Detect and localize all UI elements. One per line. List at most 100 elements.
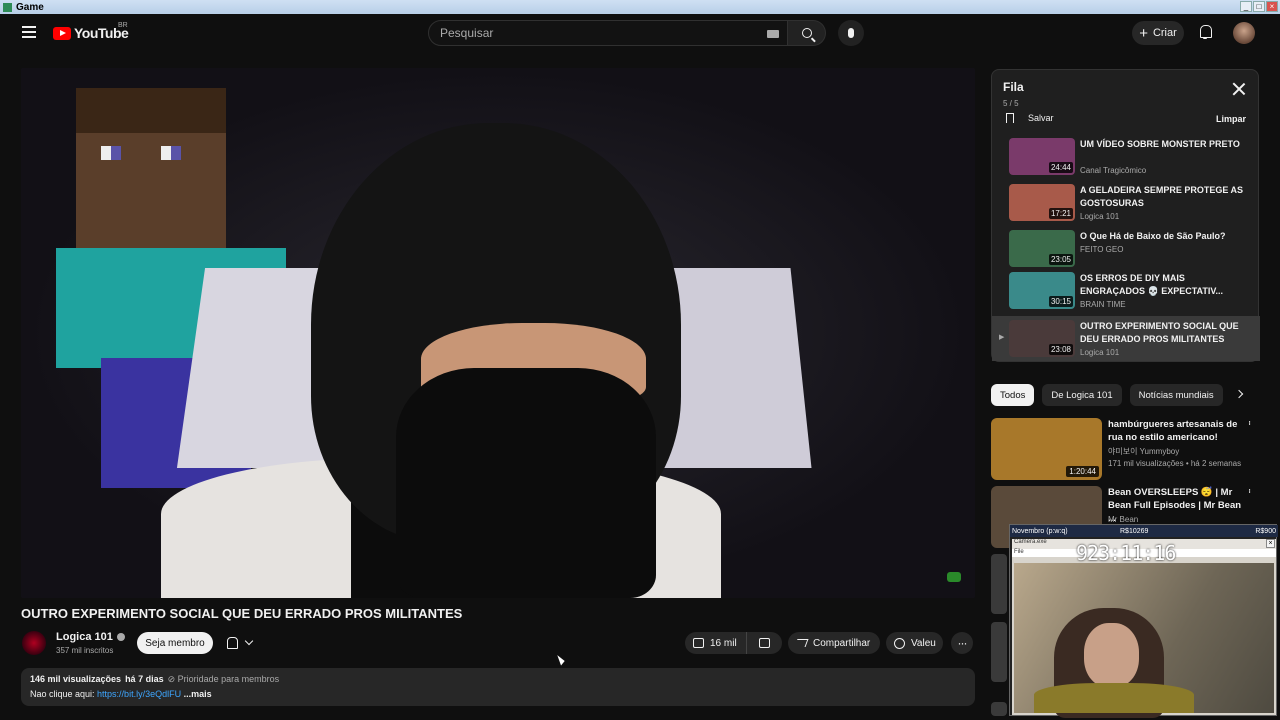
- like-dislike-group: 16 mil: [685, 632, 782, 654]
- thanks-button[interactable]: Valeu: [886, 632, 943, 654]
- more-actions-button[interactable]: ···: [951, 632, 973, 654]
- chevron-down-icon: [244, 636, 254, 646]
- save-queue-button[interactable]: Salvar: [1006, 113, 1054, 123]
- recommended-thumbnail-partial[interactable]: [991, 554, 1007, 614]
- overlay-header-mid: R$10269: [1120, 527, 1149, 535]
- camera-window: Camera.exe × File 923:11:16: [1012, 539, 1276, 718]
- queue-duration: 30:15: [1048, 296, 1073, 307]
- queue-video-title: OS ERROS DE DIY MAIS ENGRAÇADOS 💀 EXPECT…: [1080, 273, 1224, 296]
- user-avatar[interactable]: [1233, 22, 1255, 44]
- more-vert-icon[interactable]: ···: [1244, 420, 1255, 424]
- queue-video-title: O Que Há de Baixo de São Paulo?: [1080, 231, 1226, 241]
- microphone-icon: [848, 28, 854, 38]
- dislike-button[interactable]: [747, 638, 782, 648]
- notifications-bell-icon[interactable]: [1198, 24, 1212, 40]
- more-vert-icon[interactable]: ···: [1244, 488, 1255, 492]
- webcam-feed: [1014, 563, 1274, 718]
- queue-channel: Canal Tragicômico: [1080, 166, 1147, 175]
- thumbs-down-icon: [759, 638, 770, 648]
- youtube-play-icon: [53, 26, 71, 40]
- close-window-button[interactable]: ×: [1266, 1, 1278, 12]
- queue-channel: Logica 101: [1080, 348, 1120, 357]
- mouse-cursor-icon: [557, 653, 566, 666]
- create-label: Criar: [1152, 27, 1177, 39]
- minimize-button[interactable]: _: [1240, 1, 1252, 12]
- thanks-icon: [894, 637, 905, 649]
- chip-from-channel[interactable]: De Logica 101: [1042, 384, 1122, 406]
- queue-thumbnail: 23:08: [1009, 320, 1075, 357]
- upload-date: há 7 dias: [125, 674, 164, 684]
- chip-all[interactable]: Todos: [991, 384, 1035, 406]
- overlay-header-left: Novembro (p:w:q): [1012, 527, 1068, 535]
- verified-check-icon: [116, 633, 125, 641]
- create-button[interactable]: + Criar: [1132, 21, 1184, 45]
- show-more-link[interactable]: ...mais: [181, 689, 212, 699]
- search-input[interactable]: Pesquisar: [428, 20, 788, 46]
- now-playing-icon: ▶: [999, 334, 1005, 341]
- queue-channel: FEITO GEO: [1080, 245, 1124, 254]
- queue-title: Fila: [1003, 80, 1024, 94]
- keyboard-icon[interactable]: [767, 30, 779, 38]
- plus-icon: +: [1139, 24, 1148, 42]
- priority-text: Prioridade para membros: [177, 674, 280, 684]
- queue-video-title: UM VÍDEO SOBRE MONSTER PRETO: [1080, 139, 1240, 149]
- description-box[interactable]: 146 mil visualizações há 7 dias ⊘ Priori…: [21, 668, 975, 706]
- queue-item[interactable]: 24:44 UM VÍDEO SOBRE MONSTER PRETO Canal…: [992, 136, 1260, 182]
- channel-watermark-icon[interactable]: [947, 572, 961, 582]
- app-icon: [3, 2, 12, 12]
- queue-duration: 23:05: [1048, 254, 1073, 265]
- clear-queue-button[interactable]: Limpar: [1216, 114, 1246, 124]
- close-icon[interactable]: [1232, 82, 1246, 96]
- voice-search-button[interactable]: [838, 20, 864, 46]
- channel-avatar[interactable]: [22, 631, 46, 655]
- recommended-thumbnail-partial[interactable]: [991, 702, 1007, 716]
- queue-duration: 17:21: [1048, 208, 1073, 219]
- subscriber-count: 357 mil inscritos: [56, 646, 114, 655]
- queue-thumbnail: 30:15: [1009, 272, 1075, 309]
- queue-item[interactable]: 30:15 OS ERROS DE DIY MAIS ENGRAÇADOS 💀 …: [992, 270, 1260, 316]
- maximize-button[interactable]: □: [1253, 1, 1265, 12]
- recommended-thumbnail-partial[interactable]: [991, 622, 1007, 682]
- overlay-header-right: R$900: [1255, 527, 1276, 535]
- queue-count: 5 / 5: [1003, 99, 1019, 108]
- queue-thumbnail: 17:21: [1009, 184, 1075, 221]
- description-link[interactable]: https://bit.ly/3eQdlFU: [97, 689, 181, 699]
- queue-item[interactable]: 23:05 O Que Há de Baixo de São Paulo? FE…: [992, 228, 1260, 270]
- youtube-logo[interactable]: YouTube BR: [53, 22, 129, 41]
- share-button[interactable]: Compartilhar: [788, 632, 880, 654]
- overlay-timer: 923:11:16: [1076, 541, 1176, 565]
- video-player[interactable]: [21, 68, 975, 598]
- hamburger-menu-icon[interactable]: [22, 26, 36, 38]
- queue-channel: Logica 101: [1080, 212, 1120, 221]
- streamer-overlay: Novembro (p:w:q) R$10269 R$900 Camera.ex…: [1009, 524, 1278, 718]
- save-label: Salvar: [1028, 113, 1054, 123]
- view-count: 146 mil visualizações: [30, 674, 122, 684]
- bell-icon: [227, 637, 238, 649]
- window-controls: _ □ ×: [1240, 1, 1278, 12]
- recommended-duration: 1:20:44: [1066, 466, 1099, 477]
- camera-close-button[interactable]: ×: [1266, 539, 1275, 548]
- queue-thumbnail: 23:05: [1009, 230, 1075, 267]
- queue-item[interactable]: 17:21 A GELADEIRA SEMPRE PROTEGE AS GOST…: [992, 182, 1260, 228]
- channel-name-link[interactable]: Logica 101: [56, 631, 125, 643]
- window-title: Game: [16, 1, 44, 13]
- subscription-bell-button[interactable]: [219, 632, 267, 654]
- like-button[interactable]: 16 mil: [685, 632, 747, 654]
- description-prefix: Nao clique aqui:: [30, 689, 98, 699]
- recommended-thumbnail: 1:20:44: [991, 418, 1102, 480]
- masthead: YouTube BR Pesquisar + Criar: [0, 14, 1280, 54]
- recommended-video[interactable]: 1:20:44 hambúrgueres artesanais de rua n…: [991, 418, 1263, 480]
- chip-world-news[interactable]: Notícias mundiais: [1129, 384, 1223, 406]
- queue-duration: 23:08: [1048, 344, 1073, 355]
- search-button[interactable]: [788, 20, 826, 46]
- video-title: OUTRO EXPERIMENTO SOCIAL QUE DEU ERRADO …: [21, 606, 463, 621]
- join-member-button[interactable]: Seja membro: [137, 632, 213, 654]
- recommended-channel: 야미보이 Yummyboy: [1108, 447, 1180, 456]
- queue-video-title: OUTRO EXPERIMENTO SOCIAL QUE DEU ERRADO …: [1080, 321, 1239, 344]
- share-icon: [794, 639, 809, 647]
- recommended-title: hambúrgueres artesanais de rua no estilo…: [1108, 419, 1238, 443]
- queue-item-now-playing[interactable]: ▶ 23:08 OUTRO EXPERIMENTO SOCIAL QUE DEU…: [992, 316, 1260, 361]
- person-mask: [396, 368, 656, 598]
- like-count: 16 mil: [710, 637, 737, 649]
- queue-channel: BRAIN TIME: [1080, 300, 1126, 309]
